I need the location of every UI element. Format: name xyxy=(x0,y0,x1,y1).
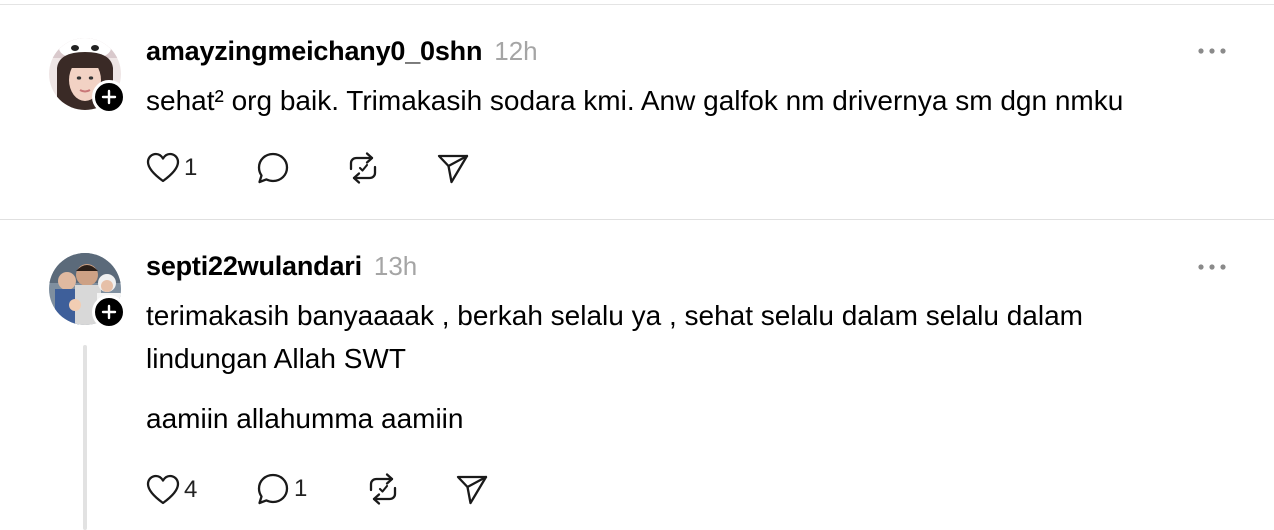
reply-button[interactable]: 1 xyxy=(256,472,307,506)
share-button[interactable] xyxy=(455,473,489,505)
share-icon xyxy=(456,475,488,505)
repost-button[interactable] xyxy=(365,472,401,506)
repost-button[interactable] xyxy=(345,151,381,185)
like-button[interactable]: 1 xyxy=(146,152,197,184)
post-text-extra: aamiin allahumma aamiin xyxy=(146,403,464,434)
more-dots-icon[interactable] xyxy=(1197,46,1227,56)
like-count: 4 xyxy=(184,476,198,503)
plus-icon xyxy=(101,89,117,105)
post-text-line: terimakasih banyaaaak , berkah selalu ya… xyxy=(146,300,1083,331)
follow-plus-button[interactable] xyxy=(92,295,126,329)
reply-count: 1 xyxy=(294,475,308,502)
threads-reply-list: amayzingmeichany0_0shn 12h sehat² org ba… xyxy=(0,0,1274,530)
thread-line xyxy=(83,345,87,530)
post-header: amayzingmeichany0_0shn 12h xyxy=(146,36,538,67)
post-header: septi22wulandari 13h xyxy=(146,251,417,282)
plus-icon xyxy=(101,304,117,320)
post-text-line: lindungan Allah SWT xyxy=(146,343,406,374)
like-count: 1 xyxy=(184,154,198,181)
timestamp: 13h xyxy=(373,251,418,281)
more-dots-icon[interactable] xyxy=(1197,262,1227,272)
share-button[interactable] xyxy=(436,152,470,184)
username[interactable]: septi22wulandari xyxy=(146,251,362,282)
share-icon xyxy=(437,154,469,184)
reply-button[interactable] xyxy=(256,151,290,185)
heart-icon xyxy=(146,152,180,183)
username[interactable]: amayzingmeichany0_0shn xyxy=(146,36,482,67)
repost-icon xyxy=(349,152,377,184)
comment-icon xyxy=(257,473,289,505)
like-button[interactable]: 4 xyxy=(146,474,197,506)
heart-icon xyxy=(146,474,180,505)
follow-plus-button[interactable] xyxy=(92,80,126,114)
post-divider xyxy=(0,219,1274,220)
post-text-line: sehat² org baik. Trimakasih sodara kmi. … xyxy=(146,85,1124,116)
comment-icon xyxy=(257,152,289,184)
top-divider xyxy=(0,4,1274,5)
repost-icon xyxy=(369,473,397,505)
timestamp: 12h xyxy=(494,36,538,66)
